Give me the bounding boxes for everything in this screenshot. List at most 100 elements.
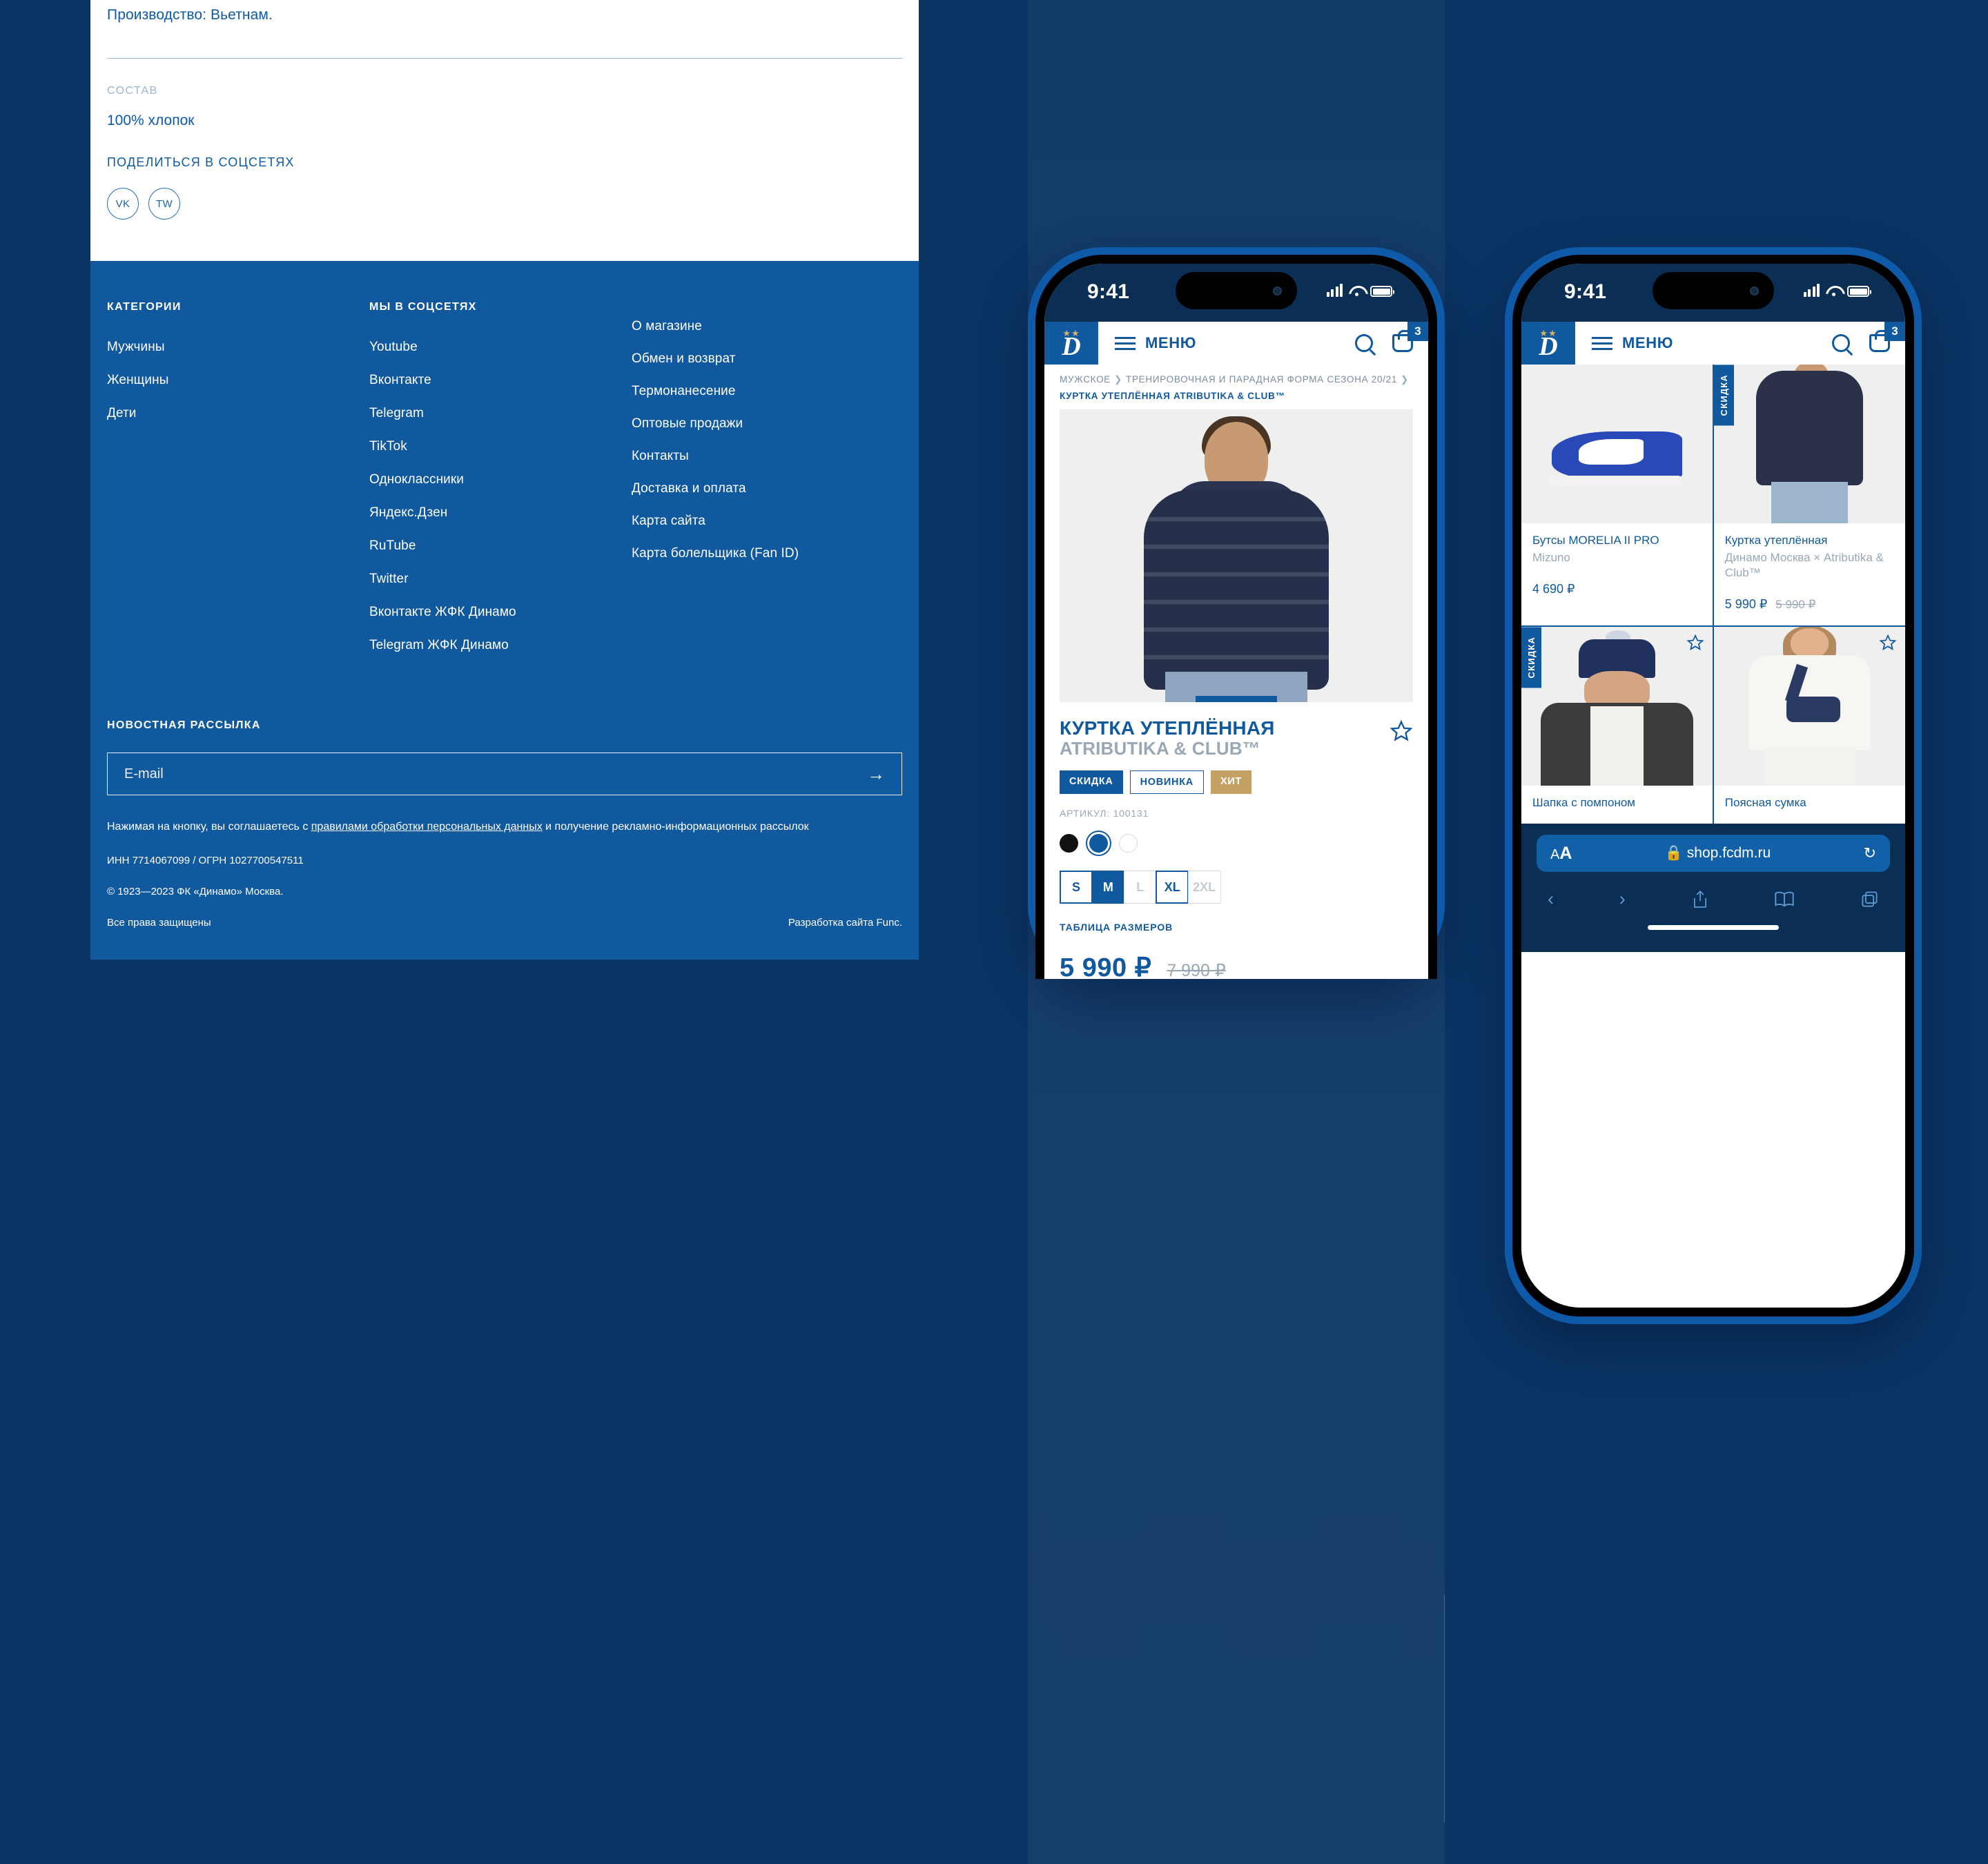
jacket-body (1144, 489, 1329, 690)
newsletter-form[interactable]: E-mail → (107, 753, 902, 795)
reload-icon[interactable]: ↻ (1864, 844, 1876, 862)
newsletter-head: НОВОСТНАЯ РАССЫЛКА (107, 719, 261, 731)
home-indicator[interactable] (1648, 925, 1779, 931)
forward-icon[interactable]: › (1619, 889, 1626, 910)
product-card-boots[interactable]: Бутсы MORELIA II PRO Mizuno 4 690 ₽ (1521, 365, 1713, 626)
composition-label: СОСТАВ (107, 85, 158, 97)
footer-link-vk-wfc[interactable]: Вконтакте ЖФК Динамо (369, 605, 632, 620)
search-icon[interactable] (1355, 334, 1373, 352)
cellular-signal-icon (1326, 283, 1343, 297)
text-size-button[interactable]: AA (1550, 844, 1572, 864)
rights-reserved: Все права защищены (107, 917, 211, 929)
dynamic-island-2 (1653, 272, 1774, 309)
footer-column-info: О магазине Обмен и возврат Термонанесени… (632, 301, 902, 671)
footer-link-women[interactable]: Женщины (107, 373, 369, 388)
footer-link-sitemap[interactable]: Карта сайта (632, 514, 902, 529)
share-vk-button[interactable]: VK (107, 188, 139, 220)
terms-link[interactable]: правилами обработки персональных данных (311, 821, 543, 833)
size-option-s[interactable]: S (1060, 871, 1093, 904)
footer-link-odnoklassniki[interactable]: Одноклассники (369, 472, 632, 487)
size-option-m[interactable]: M (1091, 871, 1125, 904)
product-gallery[interactable] (1060, 409, 1413, 702)
product-card-price-boots: 4 690 ₽ (1532, 582, 1575, 596)
product-card-image-jacket: СКИДКА (1713, 365, 1905, 523)
footer-link-twitter[interactable]: Twitter (369, 572, 632, 587)
color-swatch-black[interactable] (1060, 834, 1078, 853)
product-brand: ATRIBUTIKA & CLUB™ (1060, 738, 1261, 759)
size-option-2xl: 2XL (1187, 871, 1221, 904)
badge-discount: СКИДКА (1060, 770, 1123, 795)
dynamo-logo-2[interactable]: ★★ D (1521, 322, 1575, 365)
footer-link-men[interactable]: Мужчины (107, 340, 369, 355)
footer-link-delivery[interactable]: Доставка и оплата (632, 481, 902, 496)
footer-head-social: МЫ В СОЦСЕТЯХ (369, 301, 477, 313)
menu-button[interactable]: МЕНЮ (1098, 322, 1196, 365)
product-card-brand-boots: Mizuno (1532, 551, 1570, 565)
breadcrumb-item-men[interactable]: МУЖСКОЕ (1060, 374, 1111, 385)
menu-label: МЕНЮ (1145, 334, 1196, 351)
product-card-name-bag: Поясная сумка (1724, 796, 1806, 810)
footer-link-about[interactable]: О магазине (632, 319, 902, 334)
size-option-l: L (1123, 871, 1157, 904)
footer-link-contacts[interactable]: Контакты (632, 449, 902, 464)
footer-link-wholesale[interactable]: Оптовые продажи (632, 416, 902, 431)
color-selector (1060, 834, 1413, 853)
favorite-star-icon[interactable] (1390, 719, 1413, 742)
footer-column-social: МЫ В СОЦСЕТЯХ Youtube Вконтакте Telegram… (369, 301, 632, 671)
footer-link-rutube[interactable]: RuTube (369, 538, 632, 554)
safari-toolbar: AA 🔒 shop.fcdm.ru ↻ ‹ › (1521, 824, 1905, 953)
status-time-2: 9:41 (1564, 280, 1607, 303)
gallery-progress-indicator[interactable] (1196, 696, 1277, 702)
menu-button-2[interactable]: МЕНЮ (1575, 322, 1673, 365)
background-diagonal-line (1270, 1588, 1491, 1816)
address-bar[interactable]: AA 🔒 shop.fcdm.ru ↻ (1537, 835, 1890, 873)
bookmarks-icon[interactable] (1774, 891, 1795, 909)
badge-new: НОВИНКА (1129, 770, 1204, 795)
phone-bezel: 9:41 ★★ D МЕНЮ 3 МУЖСКОЕ ❯ ТРЕНИРОВОЧНАЯ И… (1035, 255, 1437, 979)
size-table-link[interactable]: ТАБЛИЦА РАЗМЕРОВ (1060, 922, 1413, 933)
favorite-star-icon-hat[interactable] (1686, 634, 1704, 651)
product-card-bag[interactable]: Поясная сумка (1713, 627, 1905, 824)
site-header: ★★ D МЕНЮ 3 (1044, 322, 1428, 365)
product-card-hat[interactable]: СКИДКА Шапка с помпоном (1521, 627, 1713, 824)
footer-link-printing[interactable]: Термонанесение (632, 384, 902, 399)
newsletter-terms: Нажимая на кнопку, вы соглашаетесь с пра… (107, 819, 902, 835)
arrow-right-icon[interactable]: → (867, 765, 885, 783)
product-card-image-bag (1713, 627, 1905, 786)
footer-link-vk[interactable]: Вконтакте (369, 373, 632, 388)
back-icon[interactable]: ‹ (1548, 889, 1554, 910)
cellular-signal-icon-2 (1803, 283, 1820, 297)
color-swatch-white[interactable] (1119, 834, 1138, 853)
dynamo-logo[interactable]: ★★ D (1044, 322, 1098, 365)
chevron-right-icon-2: ❯ (1401, 374, 1410, 385)
footer-link-telegram-wfc[interactable]: Telegram ЖФК Динамо (369, 638, 632, 653)
share-icon[interactable] (1691, 889, 1709, 910)
footer-link-zen[interactable]: Яндекс.Дзен (369, 505, 632, 521)
breadcrumb: МУЖСКОЕ ❯ ТРЕНИРОВОЧНАЯ И ПАРАДНАЯ ФОРМА С… (1044, 365, 1428, 391)
footer-link-youtube[interactable]: Youtube (369, 340, 632, 355)
footer-link-tiktok[interactable]: TikTok (369, 439, 632, 454)
product-price: 5 990 ₽ (1060, 953, 1152, 979)
logo-stars-icon-2: ★★ (1539, 328, 1557, 338)
footer-link-returns[interactable]: Обмен и возврат (632, 351, 902, 367)
share-twitter-button[interactable]: TW (148, 188, 180, 220)
tabs-icon[interactable] (1860, 890, 1879, 909)
footer-link-telegram[interactable]: Telegram (369, 406, 632, 421)
breadcrumb-item-category[interactable]: ТРЕНИРОВОЧНАЯ И ПАРАДНАЯ ФОРМА СЕЗОНА 20… (1126, 374, 1397, 385)
dynamic-island (1176, 272, 1297, 309)
newsletter-email-input[interactable]: E-mail (124, 766, 164, 782)
cart-count-badge: 3 (1407, 322, 1428, 341)
size-option-xl[interactable]: XL (1156, 871, 1189, 904)
footer-link-kids[interactable]: Дети (107, 406, 369, 421)
badge-discount-hat: СКИДКА (1521, 627, 1541, 688)
site-credit[interactable]: Разработка сайта Func. (788, 917, 902, 929)
production-country: Производство: Вьетнам. (107, 7, 273, 23)
footer-link-fanid[interactable]: Карта болельщика (Fan ID) (632, 546, 902, 561)
legal-ids: ИНН 7714067099 / ОГРН 1027700547511 (107, 855, 304, 866)
favorite-star-icon-bag[interactable] (1879, 634, 1897, 651)
product-card-old-price-jacket: 5 990 ₽ (1775, 598, 1816, 612)
color-swatch-blue[interactable] (1089, 834, 1108, 853)
search-icon-2[interactable] (1832, 334, 1850, 352)
product-card-jacket[interactable]: СКИДКА Куртка утеплённая Динамо Москва ×… (1713, 365, 1905, 626)
url-text[interactable]: 🔒 shop.fcdm.ru (1572, 845, 1863, 862)
